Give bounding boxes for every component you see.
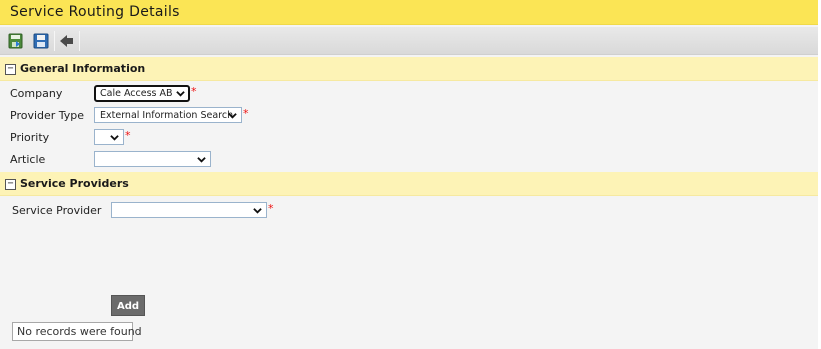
section-title: General Information bbox=[20, 62, 146, 75]
provider-type-select[interactable]: External Information Search bbox=[94, 107, 242, 123]
back-icon[interactable] bbox=[58, 32, 76, 50]
service-provider-select[interactable] bbox=[111, 202, 267, 218]
title-bar: Service Routing Details bbox=[0, 0, 818, 25]
article-select[interactable] bbox=[94, 151, 211, 167]
collapse-toggle-icon[interactable]: − bbox=[5, 179, 16, 190]
company-label: Company bbox=[10, 87, 63, 100]
toolbar-separator bbox=[54, 31, 55, 51]
page-title: Service Routing Details bbox=[10, 4, 180, 20]
article-label: Article bbox=[10, 153, 46, 166]
provider-type-label: Provider Type bbox=[10, 109, 85, 122]
toolbar-separator bbox=[79, 31, 80, 51]
chevron-down-icon bbox=[197, 157, 206, 163]
required-asterisk: * bbox=[268, 202, 274, 215]
provider-type-value: External Information Search bbox=[100, 110, 234, 121]
save-and-close-icon[interactable] bbox=[7, 32, 25, 50]
service-provider-label: Service Provider bbox=[12, 204, 102, 217]
section-general-information: − General Information bbox=[0, 57, 818, 81]
section-service-providers: − Service Providers bbox=[0, 172, 818, 196]
chevron-down-icon bbox=[176, 91, 185, 97]
add-button[interactable]: Add bbox=[111, 295, 145, 316]
required-asterisk: * bbox=[125, 129, 131, 142]
company-value: Cale Access AB bbox=[100, 88, 173, 99]
company-select[interactable]: Cale Access AB bbox=[94, 85, 190, 102]
priority-label: Priority bbox=[10, 131, 50, 144]
required-asterisk: * bbox=[243, 107, 249, 120]
section-title: Service Providers bbox=[20, 177, 129, 190]
toolbar bbox=[0, 27, 818, 55]
save-icon[interactable] bbox=[32, 32, 50, 50]
priority-select[interactable] bbox=[94, 129, 124, 145]
chevron-down-icon bbox=[228, 113, 237, 119]
chevron-down-icon bbox=[253, 208, 262, 214]
collapse-toggle-icon[interactable]: − bbox=[5, 64, 16, 75]
chevron-down-icon bbox=[110, 135, 119, 141]
required-asterisk: * bbox=[191, 85, 197, 98]
empty-results-message: No records were found bbox=[12, 322, 142, 341]
